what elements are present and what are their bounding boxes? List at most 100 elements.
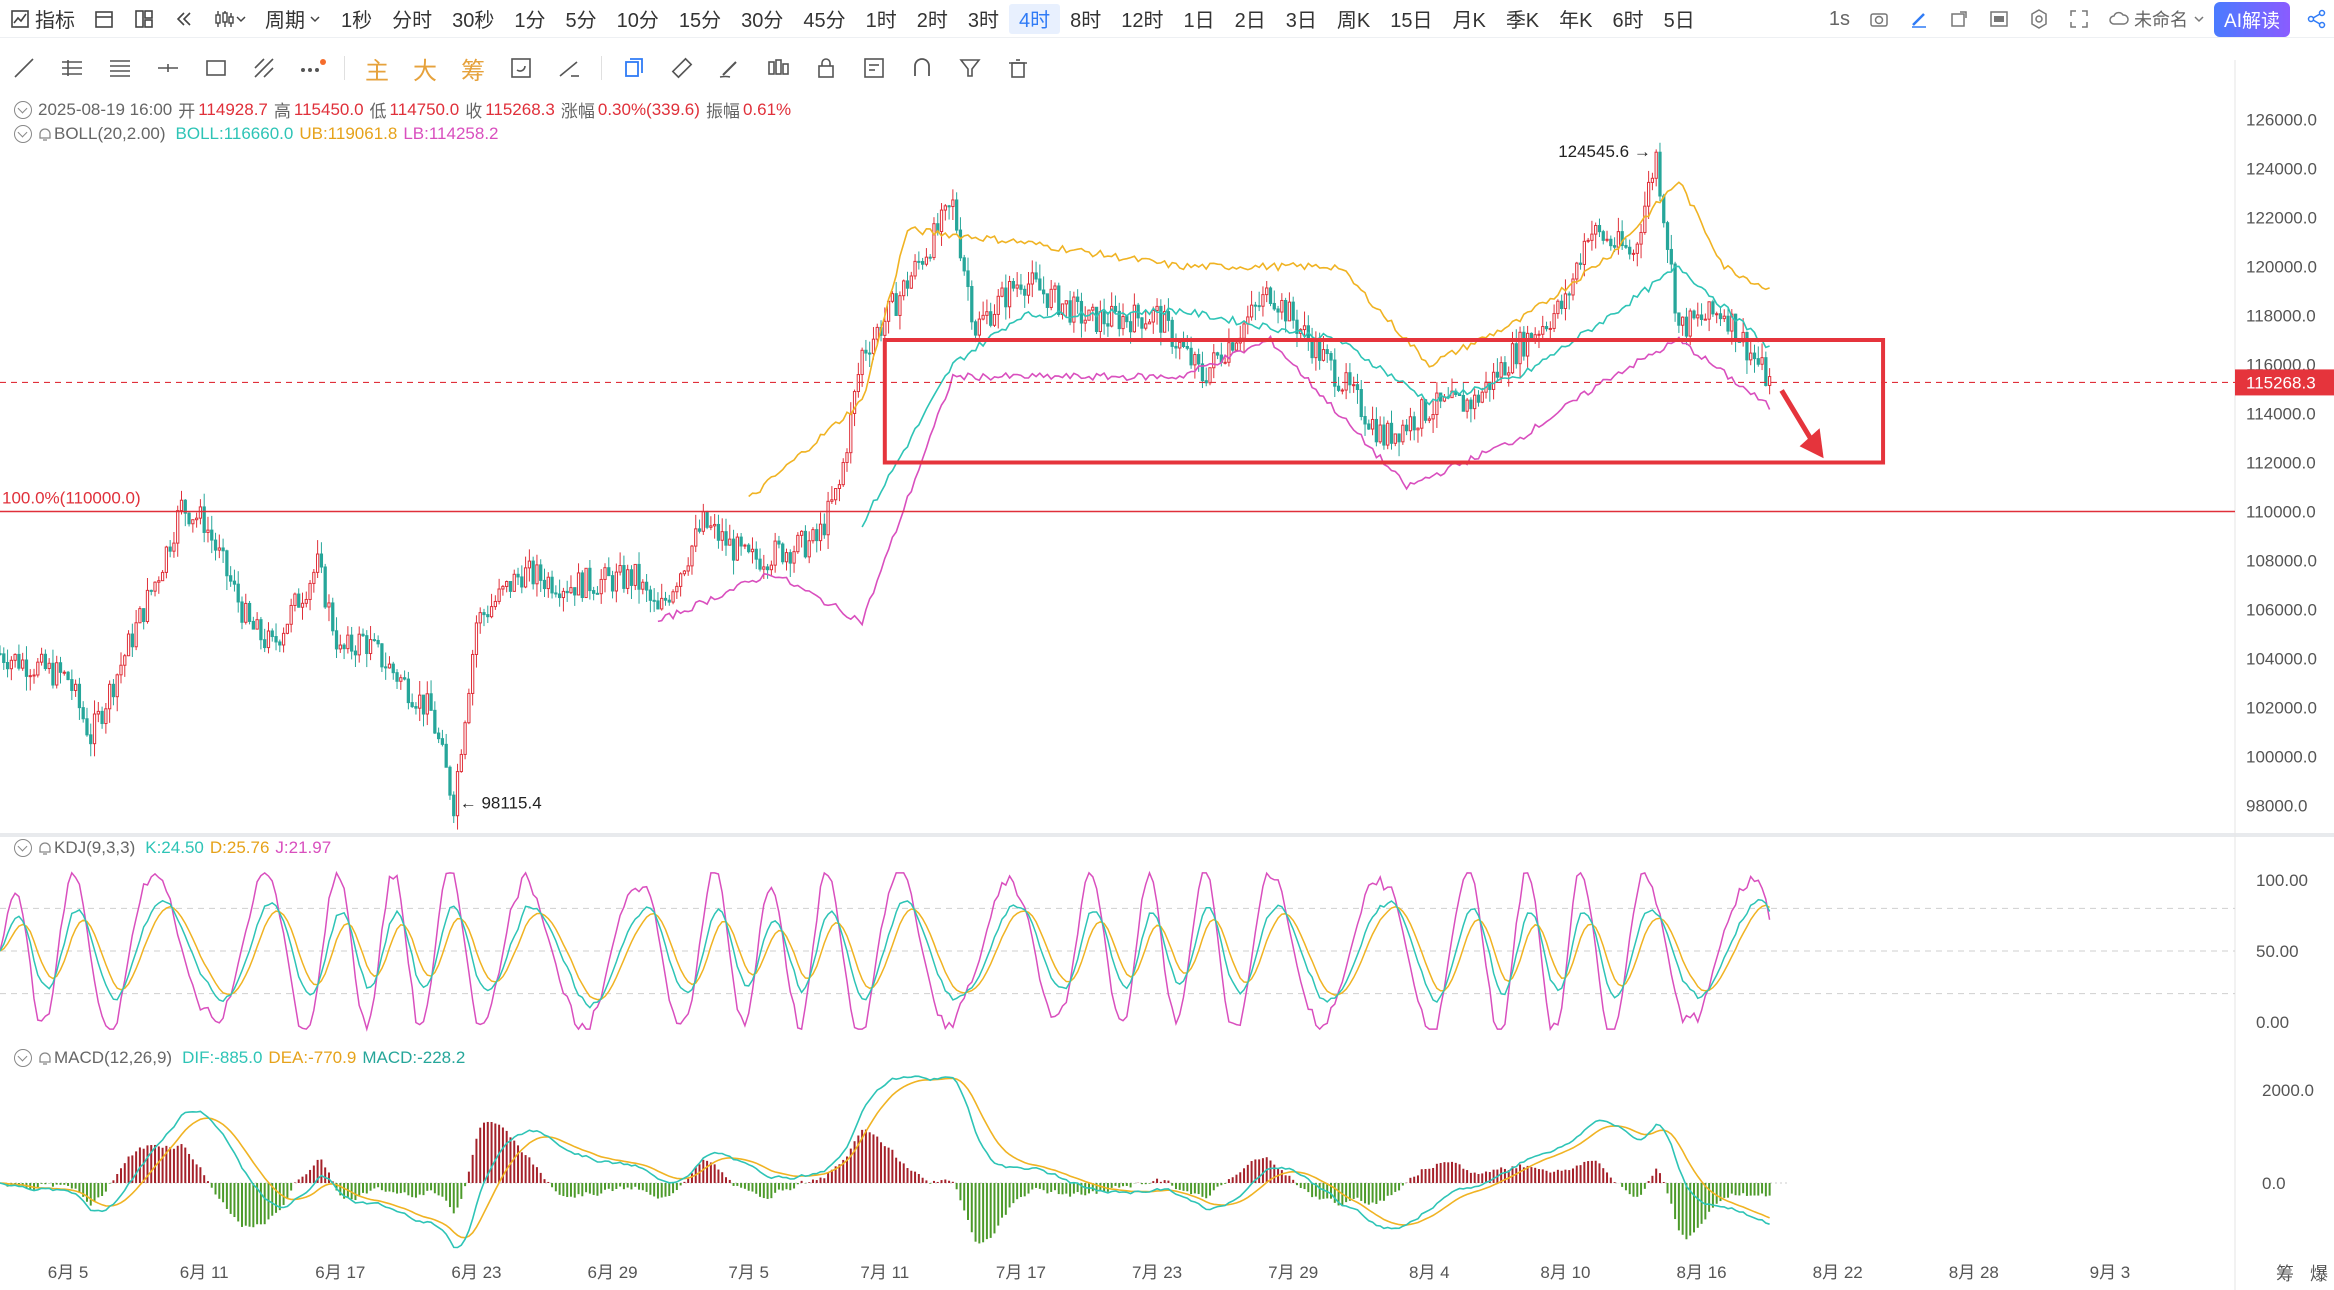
candle-body [213,539,218,551]
candle-body [1522,331,1526,357]
candle-body [1575,262,1579,280]
candle-body [232,580,237,585]
candle-body [1287,301,1292,322]
candle-body [1128,321,1133,333]
candle-body [860,349,864,376]
candle-body [539,564,543,581]
candle-body [1612,245,1617,248]
burst-tab[interactable]: 爆 [2310,1260,2328,1286]
candle-body [958,229,963,259]
chip-tab[interactable]: 筹 [2276,1260,2294,1286]
bell-icon[interactable] [38,1051,52,1066]
high-value: 115450.0 [293,99,364,119]
candle-body [297,593,301,608]
candle-body [244,602,248,623]
candle-body [368,639,373,655]
candle-body [675,585,679,593]
chart-canvas[interactable]: 100.0%(110000.0) 124545.6 → ← 98115.4 1260… [0,0,2334,1290]
kdj-pane[interactable] [0,870,2235,1032]
candle-body [455,771,460,817]
candle-body [92,713,97,745]
candle-body [1007,280,1012,308]
boll-ub: UB:119061.8 [299,124,398,143]
candle-body [1537,333,1541,336]
candle-body [1510,343,1515,374]
candle-body [622,565,626,589]
candle-body [315,553,320,573]
bell-icon[interactable] [38,841,52,856]
candle-body [890,293,895,302]
main-price-pane[interactable]: 100.0%(110000.0) 124545.6 → ← 98115.4 [0,142,2235,830]
candle-body [149,589,153,592]
macd-pane[interactable] [0,1075,1790,1249]
candle-body [194,517,199,521]
candle-body [989,311,993,326]
high-price-marker: 124545.6 → [1558,142,1651,161]
candle-body [1420,399,1424,429]
kdj-tick-label: 100.00 [2256,871,2308,890]
candle-body [576,572,581,596]
date-tick-label: 7月 11 [860,1263,909,1282]
boll-name[interactable]: BOLL(20,2.00) [54,124,166,144]
candle-body [1681,316,1685,326]
date-tick-label: 9月 3 [2090,1263,2131,1282]
candle-body [1386,422,1390,446]
candle-body [489,606,494,618]
candle-body [289,604,293,625]
candle-body [1231,342,1235,351]
candle-body [542,579,547,590]
candle-body [346,634,350,650]
candle-body [486,614,490,618]
collapse-icon[interactable] [14,125,32,143]
candle-body [77,683,82,709]
collapse-icon[interactable] [14,839,32,857]
candle-body [1038,278,1042,291]
bell-icon[interactable] [38,127,52,142]
candle-body [251,620,255,630]
candle-body [1594,225,1598,235]
current-price-label: 115268.3 [2246,373,2316,392]
collapse-icon[interactable] [14,1049,32,1067]
candle-body [1125,316,1129,323]
candle-body [765,566,770,571]
candle-body [1408,416,1413,432]
candle-body [1401,424,1405,443]
candle-body [1023,288,1027,296]
candle-body [1072,296,1076,323]
candle-body [595,592,600,595]
amplitude-label: 振幅 [705,102,740,121]
candle-body [1752,352,1757,360]
collapse-icon[interactable] [14,100,32,119]
candle-body [123,655,127,666]
candle-body [834,488,838,501]
candle-body [818,523,823,542]
candle-body [1140,317,1144,329]
close-value: 115268.3 [485,99,555,119]
candle-body [0,653,2,656]
candle-body [557,593,562,599]
candle-body [138,608,142,624]
candle-body [1181,341,1186,347]
candle-body [384,666,388,669]
candle-body [1722,315,1726,320]
candle-body [100,710,104,725]
candle-body [402,677,407,680]
macd-name[interactable]: MACD(12,26,9) [54,1048,172,1068]
candle-body [391,663,395,674]
candle-body [720,531,724,541]
candle-body [28,675,32,678]
candle-body [1507,372,1511,376]
candle-body [1469,399,1473,410]
candle-body [89,734,93,745]
candle-body [992,313,997,326]
candle-body [1189,347,1193,366]
kdj-name[interactable]: KDJ(9,3,3) [54,838,135,858]
candle-body [263,639,267,649]
candle-body [550,576,554,594]
candle-body [584,567,588,599]
candle-body [1370,418,1375,430]
candle-body [43,653,48,670]
candle-body [1083,319,1087,324]
candle-body [1688,310,1692,337]
candle-body [433,709,437,734]
